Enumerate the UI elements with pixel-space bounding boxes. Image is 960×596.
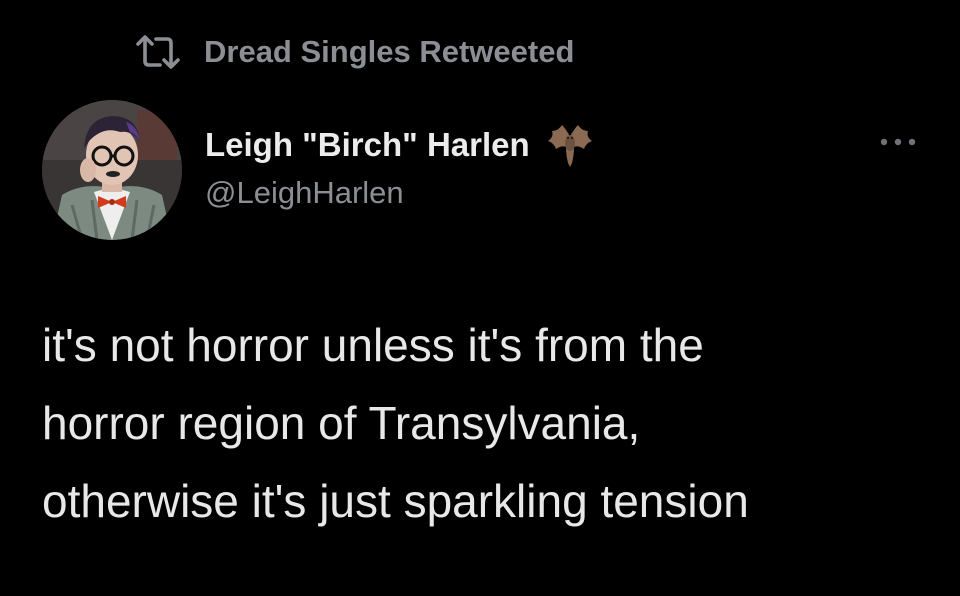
retweet-label[interactable]: Dread Singles Retweeted xyxy=(204,34,574,70)
author-display-name[interactable]: Leigh "Birch" Harlen xyxy=(205,126,530,164)
author-name-row: Leigh "Birch" Harlen xyxy=(205,118,596,172)
retweet-icon xyxy=(134,34,182,70)
tweet-text-line: otherwise it's just sparkling tension xyxy=(42,475,749,527)
tweet-text-line: horror region of Transylvania, xyxy=(42,397,641,449)
bat-icon xyxy=(544,121,596,169)
tweet-text: it's not horror unless it's from the hor… xyxy=(42,306,942,540)
more-icon xyxy=(878,134,918,152)
author-handle[interactable]: @LeighHarlen xyxy=(205,175,404,211)
more-options-button[interactable] xyxy=(876,128,920,158)
profile-avatar[interactable] xyxy=(42,100,182,240)
tweet-text-line: it's not horror unless it's from the xyxy=(42,319,704,371)
retweet-header: Dread Singles Retweeted xyxy=(134,30,574,74)
